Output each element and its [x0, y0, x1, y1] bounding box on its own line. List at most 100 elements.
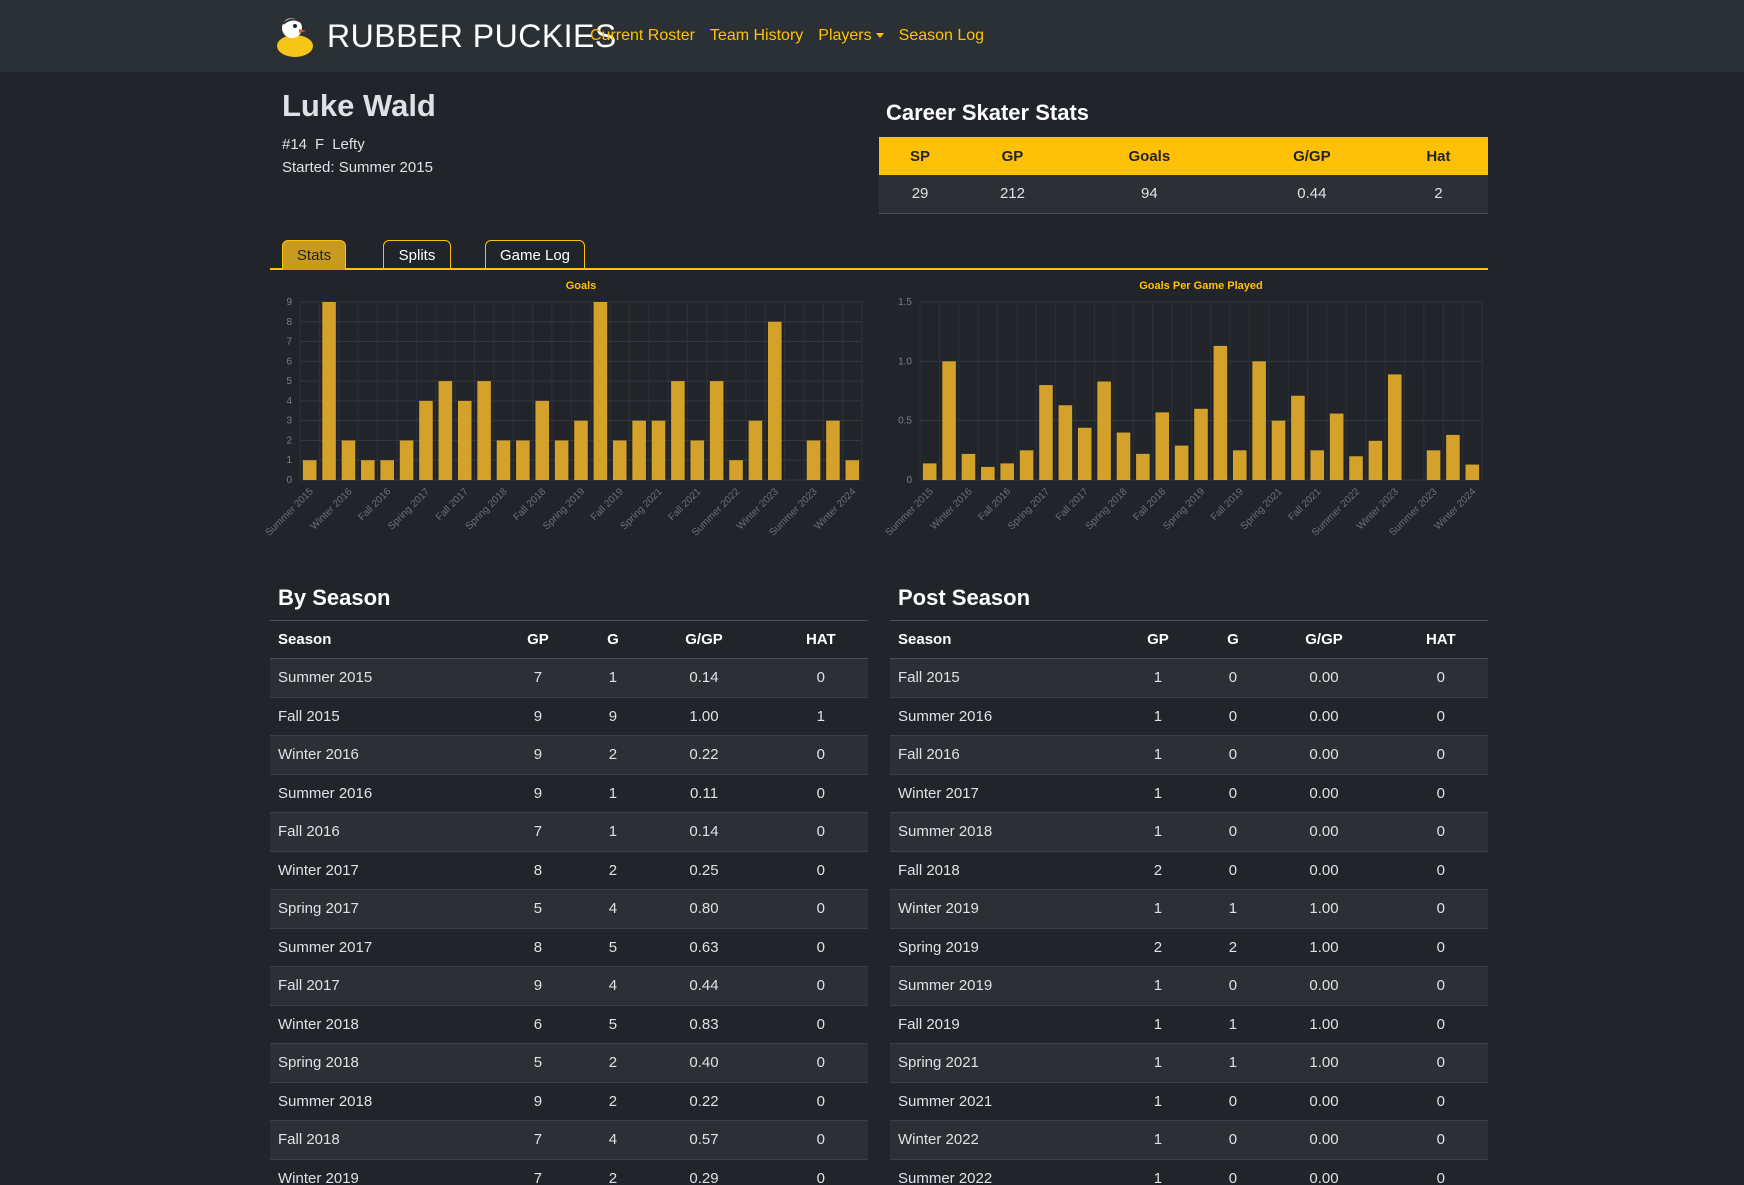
table-cell: 7 — [484, 812, 592, 852]
table-cell: Fall 2018 — [270, 1120, 485, 1160]
table-cell: 8 — [484, 928, 592, 967]
ggp-bar — [1000, 463, 1014, 480]
career-header-hat: Hat — [1388, 137, 1488, 175]
table-cell: 1 — [1104, 966, 1212, 1006]
table-cell: Spring 2021 — [890, 1043, 1105, 1083]
goals-bar — [729, 460, 743, 480]
table-row: Spring 2021 1 1 1.00 0 — [890, 1043, 1488, 1083]
nav-team-history[interactable]: Team History — [710, 27, 803, 45]
ggp-x-tick-label: Fall 2019 — [1209, 486, 1246, 523]
table-cell: 4 — [591, 966, 635, 1006]
goals-x-tick-label: Fall 2016 — [356, 486, 393, 523]
navbar: RUBBER PUCKIES Current Roster Team Histo… — [0, 0, 1744, 72]
table-row: Fall 2015 1 0 0.00 0 — [890, 658, 1488, 698]
table-cell: 2 — [591, 851, 635, 890]
goals-bar — [826, 420, 840, 480]
nav-season-log[interactable]: Season Log — [899, 27, 984, 45]
tab-stats[interactable]: Stats — [282, 240, 346, 270]
goals-bar — [709, 381, 724, 480]
goals-x-tick-label: Fall 2021 — [667, 486, 704, 523]
by-season-header-hat: HAT — [773, 620, 868, 659]
table-cell: 0 — [773, 1120, 868, 1160]
ggp-bar — [1194, 408, 1208, 480]
table-cell: Summer 2016 — [270, 774, 485, 813]
goals-x-tick-label: Spring 2021 — [619, 486, 665, 532]
ggp-bar — [922, 463, 937, 480]
career-value-goals: 94 — [1063, 175, 1235, 214]
table-cell: 0.40 — [634, 1043, 774, 1083]
table-row: Fall 2016 7 1 0.14 0 — [270, 812, 868, 852]
table-row: Winter 2017 8 2 0.25 0 — [270, 851, 868, 890]
ggp-bar — [1077, 427, 1092, 480]
career-stats-title: Career Skater Stats — [886, 100, 1090, 125]
table-cell: 1 — [1104, 812, 1212, 852]
table-cell: 0.00 — [1254, 851, 1394, 890]
goals-bar — [535, 400, 550, 480]
goals-bar — [399, 440, 414, 480]
ggp-bar — [1232, 450, 1247, 480]
table-row: Summer 2016 9 1 0.11 0 — [270, 774, 868, 813]
ggp-bar — [1291, 395, 1305, 480]
brand[interactable]: RUBBER PUCKIES — [275, 12, 617, 60]
table-row: Winter 2019 1 1 1.00 0 — [890, 889, 1488, 929]
table-cell: 0.29 — [634, 1159, 774, 1185]
table-cell: 2 — [1104, 928, 1212, 967]
ggp-bar — [1271, 420, 1286, 480]
table-cell: 0 — [773, 658, 868, 698]
ggp-x-tick-label: Spring 2021 — [1239, 486, 1285, 532]
player-meta: #14 F Lefty Started: Summer 2015 — [282, 133, 433, 179]
table-cell: Winter 2016 — [270, 735, 485, 775]
table-cell: Summer 2018 — [270, 1082, 485, 1121]
goals-chart-title: Goals — [566, 280, 597, 292]
table-cell: 0.00 — [1254, 966, 1394, 1006]
goals-y-tick-label: 9 — [286, 297, 292, 308]
table-row: Summer 2021 1 0 0.00 0 — [890, 1082, 1488, 1121]
table-cell: Summer 2022 — [890, 1159, 1105, 1185]
goals-y-tick-label: 7 — [286, 337, 292, 348]
table-cell: 1 — [591, 658, 635, 698]
nav-players-dropdown[interactable]: Players — [818, 27, 884, 45]
table-cell: 0 — [1211, 1120, 1255, 1160]
table-cell: 2 — [591, 1159, 635, 1185]
table-cell: 9 — [591, 697, 635, 736]
table-cell: Winter 2017 — [890, 774, 1105, 813]
table-cell: 0 — [1211, 697, 1255, 736]
goals-bar — [496, 440, 511, 480]
table-cell: 1 — [1104, 889, 1212, 929]
by-season-title: By Season — [278, 585, 391, 610]
table-row: Fall 2015 9 9 1.00 1 — [270, 697, 868, 736]
goals-y-tick-label: 5 — [286, 376, 292, 387]
nav-current-roster[interactable]: Current Roster — [590, 27, 695, 45]
post-season-header-season: Season — [890, 620, 1105, 659]
table-cell: 0.00 — [1254, 658, 1394, 698]
by-season-table: Season GP G G/GP HAT Summer 2015 7 1 0.14 0 F… — [270, 620, 868, 1185]
player-position: F — [315, 136, 325, 153]
ggp-x-tick-label: Winter 2024 — [1433, 486, 1479, 532]
goals-x-tick-label: Spring 2018 — [464, 486, 510, 532]
table-cell: 0 — [773, 812, 868, 852]
ggp-bar — [1329, 413, 1344, 480]
tab-game-log[interactable]: Game Log — [485, 240, 585, 270]
ggp-bar — [1388, 374, 1402, 480]
table-row: Fall 2016 1 0 0.00 0 — [890, 735, 1488, 775]
goals-x-tick-label: Fall 2018 — [511, 486, 548, 523]
career-header-ggp: G/GP — [1234, 137, 1389, 175]
table-cell: 0 — [1211, 1159, 1255, 1185]
table-row: Winter 2018 6 5 0.83 0 — [270, 1005, 868, 1044]
table-cell: 9 — [484, 735, 592, 775]
goals-bar — [554, 440, 569, 480]
table-row: Winter 2022 1 0 0.00 0 — [890, 1120, 1488, 1160]
table-cell: Winter 2019 — [890, 889, 1105, 929]
table-cell: 0 — [1211, 851, 1255, 890]
table-row: Summer 2016 1 0 0.00 0 — [890, 697, 1488, 736]
table-row: Summer 2022 1 0 0.00 0 — [890, 1159, 1488, 1185]
stats-tabs: Stats Splits Game Log — [270, 240, 1488, 270]
table-cell: 1 — [1104, 735, 1212, 775]
table-cell: 0 — [1393, 774, 1488, 813]
table-cell: 0.00 — [1254, 1120, 1394, 1160]
table-row: Fall 2017 9 4 0.44 0 — [270, 966, 868, 1006]
player-number: #14 — [282, 136, 308, 153]
table-cell: 0 — [773, 735, 868, 775]
goals-bar — [748, 420, 763, 480]
tab-splits[interactable]: Splits — [383, 240, 451, 270]
